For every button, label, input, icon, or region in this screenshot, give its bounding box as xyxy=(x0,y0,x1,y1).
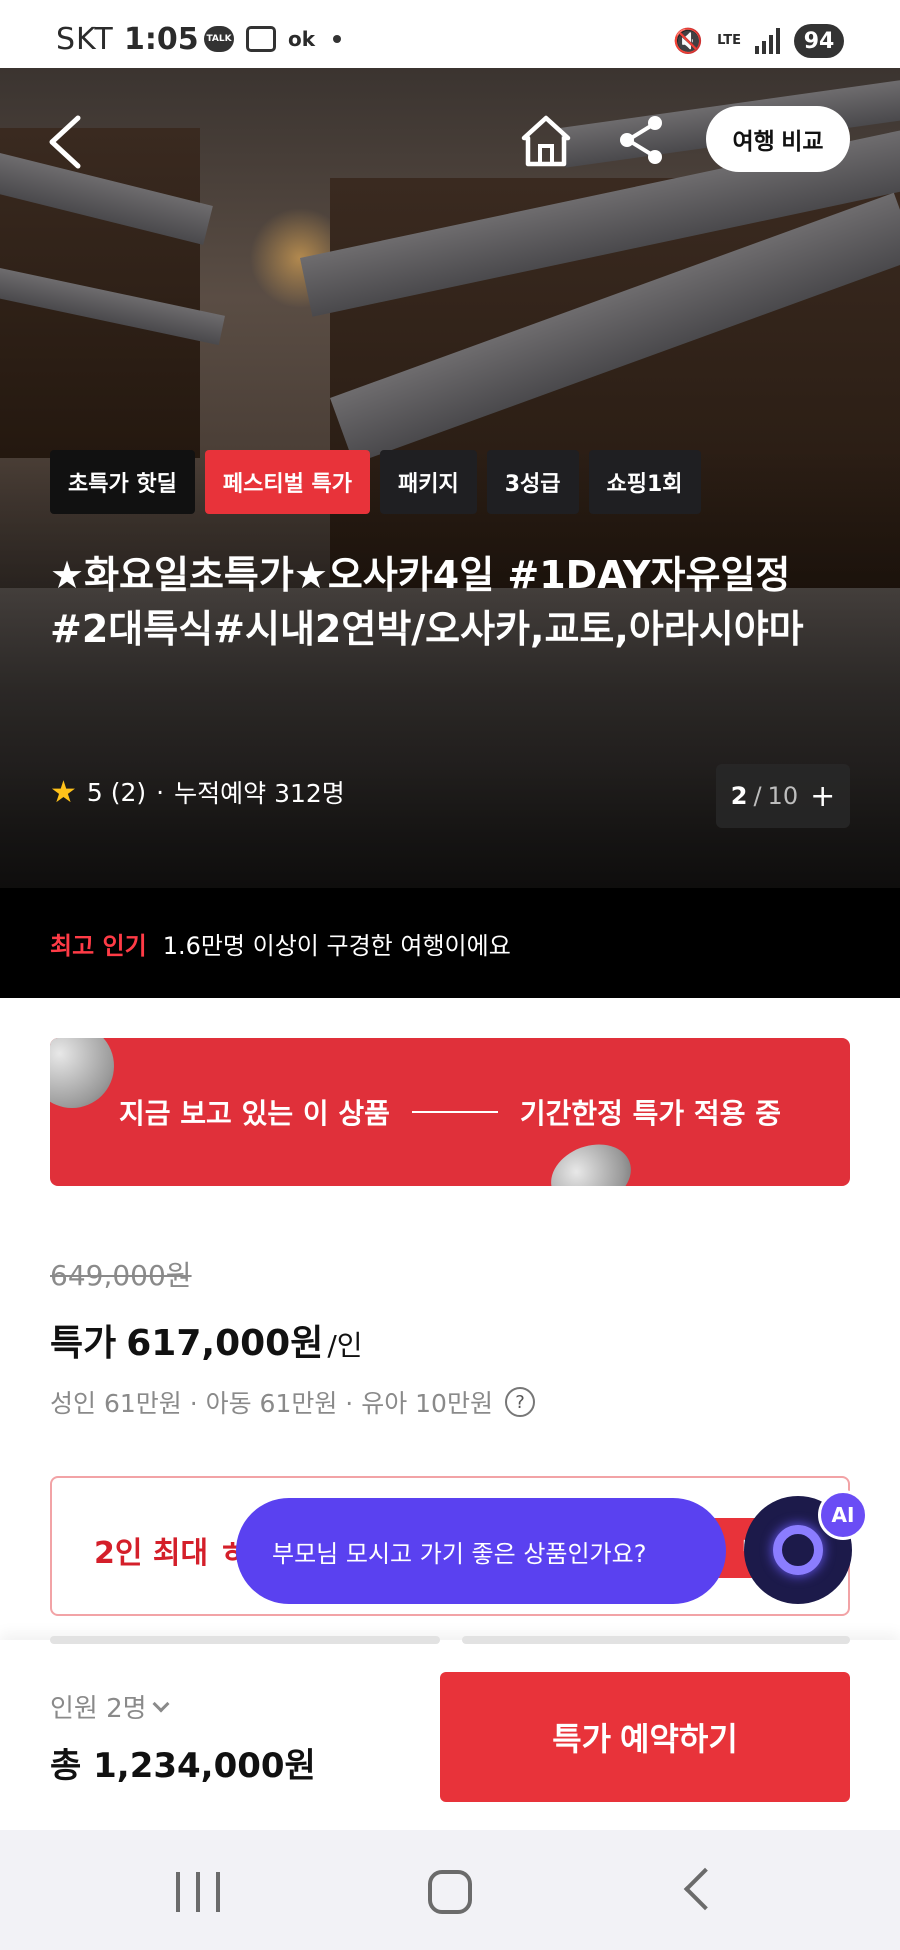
hero-image[interactable]: 여행 비교 초특가 핫딜 페스티벌 특가 패키지 3성급 쇼핑1회 ★화요일초특… xyxy=(0,68,900,888)
talk-icon: TALK xyxy=(204,26,234,52)
booking-count: 누적예약 312명 xyxy=(174,779,345,808)
help-icon[interactable]: ? xyxy=(504,1387,535,1417)
image-counter-total: 10 xyxy=(767,782,799,810)
tag-package: 패키지 xyxy=(379,450,477,514)
product-detail-page: SKT 1:05 TALK ok 🔇 LTE 94 여행 비교 초특가 핫딜 페… xyxy=(0,0,900,1950)
promo-divider xyxy=(411,1111,498,1113)
tag-festival-sale: 페스티벌 특가 xyxy=(204,450,370,514)
share-icon[interactable] xyxy=(614,110,668,170)
system-icons: 🔇 LTE 94 xyxy=(673,24,844,58)
popular-label: 최고 인기 xyxy=(50,931,147,960)
ai-ring-icon xyxy=(773,1525,823,1575)
recent-apps-icon[interactable] xyxy=(176,1872,220,1912)
notification-dot-icon xyxy=(333,35,342,43)
image-counter-current: 2 xyxy=(730,782,748,810)
tag-hotel-grade: 3성급 xyxy=(486,450,579,514)
card-peek xyxy=(462,1636,850,1644)
ok-icon: ok xyxy=(288,27,316,51)
coin-icon xyxy=(542,1133,640,1186)
tag-hot-deal: 초특가 핫딜 xyxy=(50,450,195,514)
rating-value: 5 (2) xyxy=(86,777,147,807)
signal-icon xyxy=(755,28,780,54)
back-nav-icon[interactable] xyxy=(683,1867,727,1911)
card-peek xyxy=(50,1636,440,1644)
popular-text: 1.6만명 이상이 구경한 여행이에요 xyxy=(162,931,511,960)
carrier-label: SKT xyxy=(56,22,114,57)
image-counter[interactable]: 2 / 10 + xyxy=(716,764,850,828)
plus-icon: + xyxy=(810,778,836,814)
back-icon[interactable] xyxy=(42,110,90,174)
book-now-button[interactable]: 특가 예약하기 xyxy=(440,1672,850,1802)
image-counter-separator: / xyxy=(753,782,762,810)
ai-badge: AI xyxy=(818,1490,868,1540)
product-tags: 초특가 핫딜 페스티벌 특가 패키지 3성급 쇼핑1회 xyxy=(50,450,701,514)
group-discount-text: 2인 최대 ㅎ xyxy=(94,1536,247,1571)
price-unit: /인 xyxy=(327,1329,363,1362)
sale-price: 617,000원 xyxy=(126,1323,324,1364)
rating-row[interactable]: ★ 5 (2) · 누적예약 312명 xyxy=(50,774,345,810)
star-icon: ★ xyxy=(50,774,77,810)
popular-banner: 최고 인기 1.6만명 이상이 구경한 여행이에요 xyxy=(0,888,900,998)
promo-left-text: 지금 보고 있는 이 상품 xyxy=(119,1097,390,1130)
tag-shopping: 쇼핑1회 xyxy=(588,450,701,514)
promo-right-text: 기간한정 특가 적용 중 xyxy=(519,1097,781,1130)
lte-icon: LTE xyxy=(717,33,741,48)
promo-banner[interactable]: 지금 보고 있는 이 상품 기간한정 특가 적용 중 xyxy=(50,1038,850,1186)
notification-icons: TALK ok xyxy=(204,26,342,52)
coin-icon xyxy=(50,1038,114,1108)
sale-price-row: 특가 617,000원 /인 xyxy=(50,1314,363,1366)
total-price: 총 1,234,000원 xyxy=(50,1746,316,1786)
status-bar: SKT 1:05 TALK ok 🔇 LTE 94 xyxy=(0,0,900,68)
price-breakdown: 성인 61만원 · 아동 61만원 · 유아 10만원 ? xyxy=(50,1384,535,1420)
product-title: ★화요일초특가★오사카4일 #1DAY자유일정#2대특식#시내2연박/오사카,교… xyxy=(50,553,804,651)
home-nav-icon[interactable] xyxy=(428,1870,472,1914)
pax-selector[interactable]: 인원 2명 xyxy=(50,1688,170,1725)
sale-label: 특가 xyxy=(50,1323,117,1364)
booking-bar: 인원 2명 총 1,234,000원 특가 예약하기 xyxy=(0,1636,900,1830)
compare-trips-button[interactable]: 여행 비교 xyxy=(706,106,850,172)
price-breakdown-text: 성인 61만원 · 아동 61만원 · 유아 10만원 xyxy=(50,1389,493,1418)
battery-icon: 94 xyxy=(794,24,844,58)
pax-label: 인원 2명 xyxy=(50,1694,147,1724)
navigation-bar xyxy=(0,1830,900,1950)
chevron-down-icon xyxy=(152,1695,170,1712)
clock: 1:05 xyxy=(124,22,199,57)
separator-dot: · xyxy=(156,777,165,807)
original-price: 649,000원 xyxy=(50,1259,192,1292)
scan-icon xyxy=(246,26,276,52)
mute-icon: 🔇 xyxy=(673,27,704,55)
home-icon[interactable] xyxy=(520,110,572,170)
ai-suggestion-bubble[interactable]: 부모님 모시고 가기 좋은 상품인가요? xyxy=(236,1498,726,1604)
